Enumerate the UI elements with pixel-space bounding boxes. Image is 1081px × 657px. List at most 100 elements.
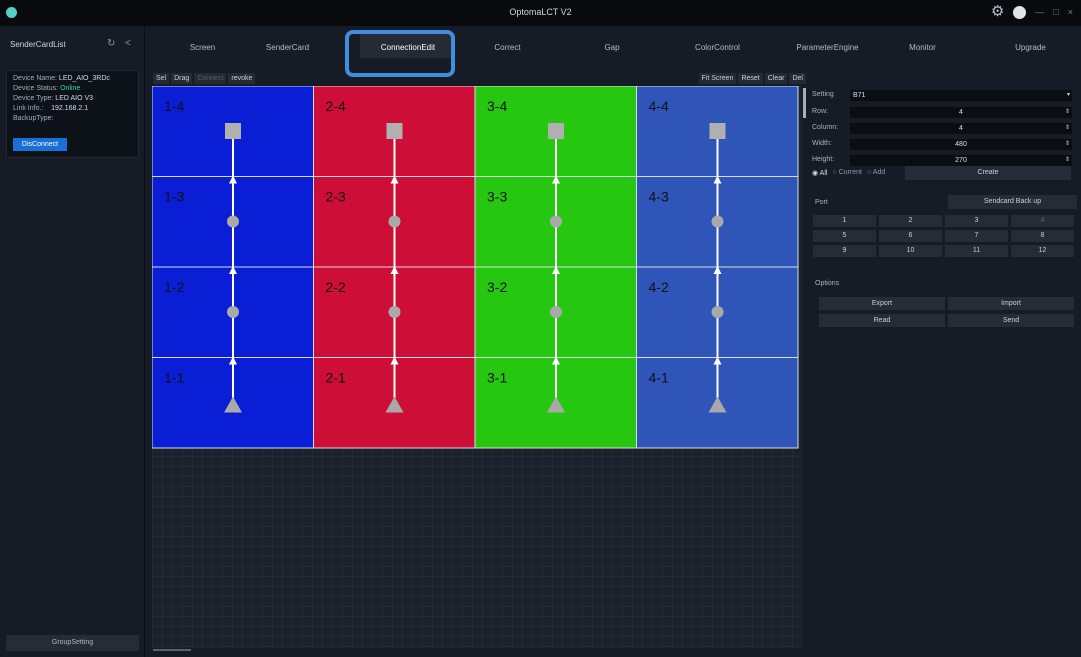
cabinet-label: 1-1 (164, 370, 184, 386)
port-button[interactable]: 5 (813, 230, 876, 242)
radio-add[interactable]: ○ Add (867, 169, 885, 177)
horizontal-scrollbar[interactable] (153, 649, 191, 651)
port-button[interactable]: 12 (1011, 245, 1074, 257)
end-node-icon (548, 123, 564, 139)
tab-screen[interactable]: Screen (175, 43, 230, 52)
node-circle-icon (227, 306, 239, 318)
cabinet-label: 1-2 (164, 279, 184, 295)
radio-all[interactable]: ◉ All (812, 169, 827, 177)
cabinet-label: 2-4 (326, 98, 346, 114)
cabinet-label: 2-2 (326, 279, 346, 295)
port-button[interactable]: 11 (945, 245, 1008, 257)
import-button[interactable]: Import (948, 297, 1074, 310)
radio-current[interactable]: ○ Current (832, 169, 862, 177)
device-status-row: Device Status: Online (13, 85, 81, 92)
cabinet-label: 3-1 (487, 370, 507, 386)
export-button[interactable]: Export (819, 297, 945, 310)
cabinet-label: 4-3 (649, 189, 669, 205)
device-type-row: Device Type: LED AIO V3 (13, 95, 94, 102)
cabinet-label: 3-4 (487, 98, 507, 114)
port-button[interactable]: 8 (1011, 230, 1074, 242)
clear-button[interactable]: Clear (764, 73, 788, 84)
maximize-button[interactable]: □ (1053, 4, 1058, 20)
width-label: Width: (812, 140, 832, 147)
tab-correct[interactable]: Correct (480, 43, 535, 52)
fit-screen-button[interactable]: Fit Screen (698, 73, 737, 84)
row-input[interactable]: 4 ⇕ (850, 107, 1072, 118)
height-input[interactable]: 270 ⇕ (850, 155, 1072, 166)
end-node-icon (225, 123, 241, 139)
select-tool-button[interactable]: Sel (153, 73, 170, 84)
revoke-button[interactable]: revoke (228, 73, 256, 84)
sendcard-backup-button[interactable]: Sendcard Back up (948, 195, 1077, 209)
canvas-toolbar-right: Fit Screen Reset Clear Del (698, 73, 806, 84)
window-controls: ⚙ — □ × (991, 4, 1073, 20)
close-button[interactable]: × (1068, 4, 1073, 20)
collapse-icon[interactable]: < (125, 38, 131, 49)
drag-tool-button[interactable]: Drag (171, 73, 193, 84)
canvas-toolbar-left: Sel Drag Connect revoke (153, 73, 256, 84)
port-button[interactable]: 4 (1011, 215, 1074, 227)
disconnect-button[interactable]: DisConnect (13, 138, 67, 151)
port-label: Port (815, 199, 828, 206)
dropdown-arrow-icon: ▾ (1066, 92, 1070, 98)
send-button[interactable]: Send (948, 314, 1074, 327)
cabinet-label: 4-1 (649, 370, 669, 386)
options-label: Options (815, 280, 840, 287)
tab-gap[interactable]: Gap (592, 43, 632, 52)
tab-upgrade[interactable]: Upgrade (1003, 43, 1058, 52)
cabinet-label: 2-1 (326, 370, 346, 386)
user-avatar-icon[interactable] (1013, 5, 1027, 19)
node-circle-icon (388, 215, 401, 228)
read-button[interactable]: Read (819, 314, 945, 327)
setting-label: Setting (812, 91, 834, 98)
mode-radio-group: ◉ All ○ Current ○ Add (812, 169, 885, 177)
minimize-button[interactable]: — (1035, 4, 1044, 20)
spinner-icon: ⇕ (1064, 125, 1070, 131)
link-info-row: Link Info.: 192.168.2.1 (13, 105, 89, 112)
main-tabs: Screen SenderCard ConnectionEdit Correct… (145, 26, 1081, 66)
title-bar: OptomaLCT V2 ⚙ — □ × (0, 0, 1081, 26)
height-label: Height: (812, 156, 835, 163)
port-button[interactable]: 6 (879, 230, 942, 242)
backup-type-row: BackupType: (13, 115, 54, 122)
port-button[interactable]: 1 (813, 215, 876, 227)
cabinet-label: 2-3 (326, 189, 346, 205)
port-button[interactable]: 7 (945, 230, 1008, 242)
tab-colorcontrol[interactable]: ColorControl (685, 43, 750, 52)
group-setting-button[interactable]: GroupSetting (6, 635, 139, 651)
row-label: Row: (812, 108, 828, 115)
spinner-icon: ⇕ (1064, 141, 1070, 147)
create-button[interactable]: Create (905, 166, 1071, 180)
node-circle-icon (227, 215, 239, 228)
column-label: Column: (812, 124, 839, 131)
port-grid: 1 2 3 4 5 6 7 8 9 10 11 12 (813, 215, 1078, 257)
column-input[interactable]: 4 ⇕ (850, 123, 1072, 134)
cabinet-grid[interactable]: 1-4 2-4 3-4 4-4 1-3 2-3 3-3 4-3 1-2 2-2 3-2 4-2 1-1 2… (152, 86, 800, 451)
spinner-icon: ⇕ (1064, 157, 1070, 163)
sender-card-list-panel: SenderCardList ↻ < Device Name: LED_AIO_… (0, 26, 145, 657)
tab-highlight-annotation (345, 30, 455, 77)
connect-tool-button[interactable]: Connect (194, 73, 227, 84)
width-input[interactable]: 480 ⇕ (850, 139, 1072, 150)
cabinet-label: 1-3 (164, 189, 184, 205)
port-button[interactable]: 10 (879, 245, 942, 257)
port-button[interactable]: 9 (813, 245, 876, 257)
port-button[interactable]: 3 (945, 215, 1008, 227)
refresh-icon[interactable]: ↻ (107, 38, 115, 49)
spinner-icon: ⇕ (1064, 109, 1070, 115)
status-badge: Online (60, 85, 81, 92)
tab-sendercard[interactable]: SenderCard (255, 43, 320, 52)
delete-button[interactable]: Del (789, 73, 806, 84)
port-button[interactable]: 2 (879, 215, 942, 227)
cabinet-label: 4-2 (649, 279, 669, 295)
cabinet-label: 1-4 (164, 98, 184, 114)
app-title: OptomaLCT V2 (509, 7, 572, 17)
cabinet-label: 3-2 (487, 279, 507, 295)
settings-gear-icon[interactable]: ⚙ (991, 4, 1004, 20)
reset-button[interactable]: Reset (738, 73, 763, 84)
tab-parameterengine[interactable]: ParameterEngine (785, 43, 870, 52)
tab-monitor[interactable]: Monitor (895, 43, 950, 52)
setting-select[interactable]: B71 ▾ (850, 90, 1072, 101)
node-circle-icon (550, 215, 562, 228)
